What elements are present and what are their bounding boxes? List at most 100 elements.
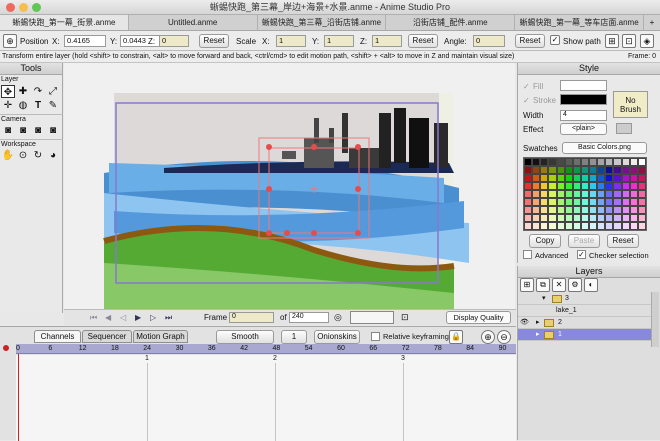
set-origin-icon[interactable]: ✛: [1, 99, 15, 112]
color-swatch[interactable]: [556, 166, 565, 174]
color-swatch[interactable]: [621, 174, 630, 182]
step-forward-icon[interactable]: ▷: [150, 313, 156, 322]
layer-row-3[interactable]: ▾ 3: [518, 293, 656, 305]
color-swatch[interactable]: [597, 222, 606, 230]
interpolation-dropdown[interactable]: Smooth: [216, 330, 274, 344]
color-swatch[interactable]: [605, 214, 614, 222]
color-swatch[interactable]: [524, 158, 533, 166]
color-swatch[interactable]: [532, 182, 541, 190]
last-frame-icon[interactable]: ⏭: [165, 313, 172, 323]
color-swatch[interactable]: [524, 174, 533, 182]
color-swatch[interactable]: [597, 174, 606, 182]
color-swatch[interactable]: [597, 214, 606, 222]
tab-document-4[interactable]: 沿街店铺_配件.anme: [386, 15, 516, 30]
color-swatch[interactable]: [637, 158, 646, 166]
step-back-icon[interactable]: ◁: [120, 313, 126, 322]
reset-style-button[interactable]: Reset: [607, 234, 639, 248]
color-swatch[interactable]: [532, 174, 541, 182]
color-swatch[interactable]: [597, 198, 606, 206]
color-swatch[interactable]: [621, 158, 630, 166]
color-swatch[interactable]: [605, 174, 614, 182]
color-swatch[interactable]: [532, 222, 541, 230]
position-y-field[interactable]: 0.0443: [120, 35, 162, 47]
fill-color-swatch[interactable]: [560, 80, 607, 91]
color-swatch[interactable]: [580, 190, 590, 198]
fill-bucket-icon[interactable]: ◍: [16, 99, 30, 112]
color-swatch[interactable]: [540, 174, 549, 182]
layer-row-1-selected[interactable]: ▸ 1: [518, 329, 656, 341]
color-swatch[interactable]: [564, 206, 573, 214]
color-swatch[interactable]: [532, 198, 541, 206]
color-swatch[interactable]: [605, 222, 614, 230]
tab-motion-graph[interactable]: Motion Graph: [133, 330, 188, 343]
color-swatch[interactable]: [540, 222, 549, 230]
swatches-dropdown[interactable]: Basic Colors.png: [562, 142, 647, 154]
color-swatch[interactable]: [597, 166, 606, 174]
color-swatch[interactable]: [597, 190, 606, 198]
layer-row-2[interactable]: 👁 ▸ 2: [518, 317, 656, 329]
layer-expand-icon[interactable]: ▾: [542, 293, 546, 305]
color-swatch[interactable]: [564, 214, 573, 222]
fill-checkbox-icon[interactable]: ✓: [523, 82, 530, 91]
pan-camera-icon[interactable]: ◙: [46, 124, 60, 137]
color-swatch[interactable]: [597, 206, 606, 214]
color-swatch[interactable]: [589, 174, 598, 182]
color-swatch[interactable]: [613, 222, 622, 230]
color-swatch[interactable]: [572, 214, 581, 222]
color-swatch[interactable]: [540, 190, 549, 198]
color-swatch[interactable]: [613, 166, 622, 174]
color-swatch[interactable]: [637, 174, 646, 182]
text-tool-icon[interactable]: T: [31, 99, 45, 112]
play-icon[interactable]: ▶: [135, 313, 141, 322]
add-tab-button[interactable]: +: [644, 15, 660, 30]
checker-selection-checkbox[interactable]: ✓: [577, 250, 586, 259]
crosshair-icon[interactable]: ⊕: [3, 34, 17, 48]
translate-layer-icon[interactable]: ✚: [16, 85, 30, 98]
frame-field[interactable]: 0: [229, 312, 274, 323]
color-swatch[interactable]: [605, 158, 614, 166]
minimize-window-button[interactable]: [19, 3, 28, 12]
step-dropdown[interactable]: 1: [281, 330, 307, 344]
color-swatch[interactable]: [621, 182, 630, 190]
color-swatch[interactable]: [597, 182, 606, 190]
layer-visibility-icon[interactable]: ◐: [584, 278, 598, 292]
color-swatch[interactable]: [589, 166, 598, 174]
timeline-track[interactable]: 1 2 3: [16, 355, 516, 441]
layer-row-lake-1[interactable]: lake_1: [518, 305, 656, 317]
tab-document-1[interactable]: 蜥蜴快跑_第一幕_街景.anme: [0, 15, 129, 30]
color-swatch[interactable]: [548, 190, 557, 198]
motion-path-icon[interactable]: ⊞: [605, 34, 619, 48]
color-swatch[interactable]: [556, 174, 565, 182]
color-swatch[interactable]: [532, 166, 541, 174]
stroke-checkbox-icon[interactable]: ✓: [523, 96, 530, 105]
color-swatch[interactable]: [564, 174, 573, 182]
color-swatch[interactable]: [580, 214, 590, 222]
color-swatch[interactable]: [589, 158, 598, 166]
color-swatch[interactable]: [605, 206, 614, 214]
color-swatch[interactable]: [572, 166, 581, 174]
color-swatch[interactable]: [589, 198, 598, 206]
color-swatch[interactable]: [524, 206, 533, 214]
eyedropper-icon[interactable]: ✎: [46, 99, 60, 112]
tab-document-5[interactable]: 蜥蜴快跑_第一幕_等车店面.anme: [515, 15, 644, 30]
color-swatch[interactable]: [629, 158, 638, 166]
color-swatch[interactable]: [572, 190, 581, 198]
frame-view-icon[interactable]: ⊡: [401, 312, 409, 323]
advanced-checkbox[interactable]: [523, 250, 532, 259]
track-camera-icon[interactable]: ◙: [1, 124, 15, 137]
position-x-field[interactable]: 0.4165: [64, 35, 106, 47]
scale-x-field[interactable]: 1: [276, 35, 306, 47]
color-swatch[interactable]: [637, 182, 646, 190]
scene-artwork[interactable]: [64, 63, 515, 309]
color-swatch[interactable]: [532, 206, 541, 214]
zoom-magnifier-icon[interactable]: ⊙: [16, 149, 30, 162]
eye-icon[interactable]: 👁: [520, 317, 529, 329]
angle-field[interactable]: 0: [473, 35, 505, 47]
color-swatch[interactable]: [556, 214, 565, 222]
layer-settings-icon[interactable]: ⚙: [568, 278, 582, 292]
color-swatch[interactable]: [572, 182, 581, 190]
copy-style-button[interactable]: Copy: [529, 234, 561, 248]
canvas-area[interactable]: [64, 63, 515, 309]
total-frames-field[interactable]: 240: [289, 312, 329, 323]
color-swatch[interactable]: [613, 206, 622, 214]
